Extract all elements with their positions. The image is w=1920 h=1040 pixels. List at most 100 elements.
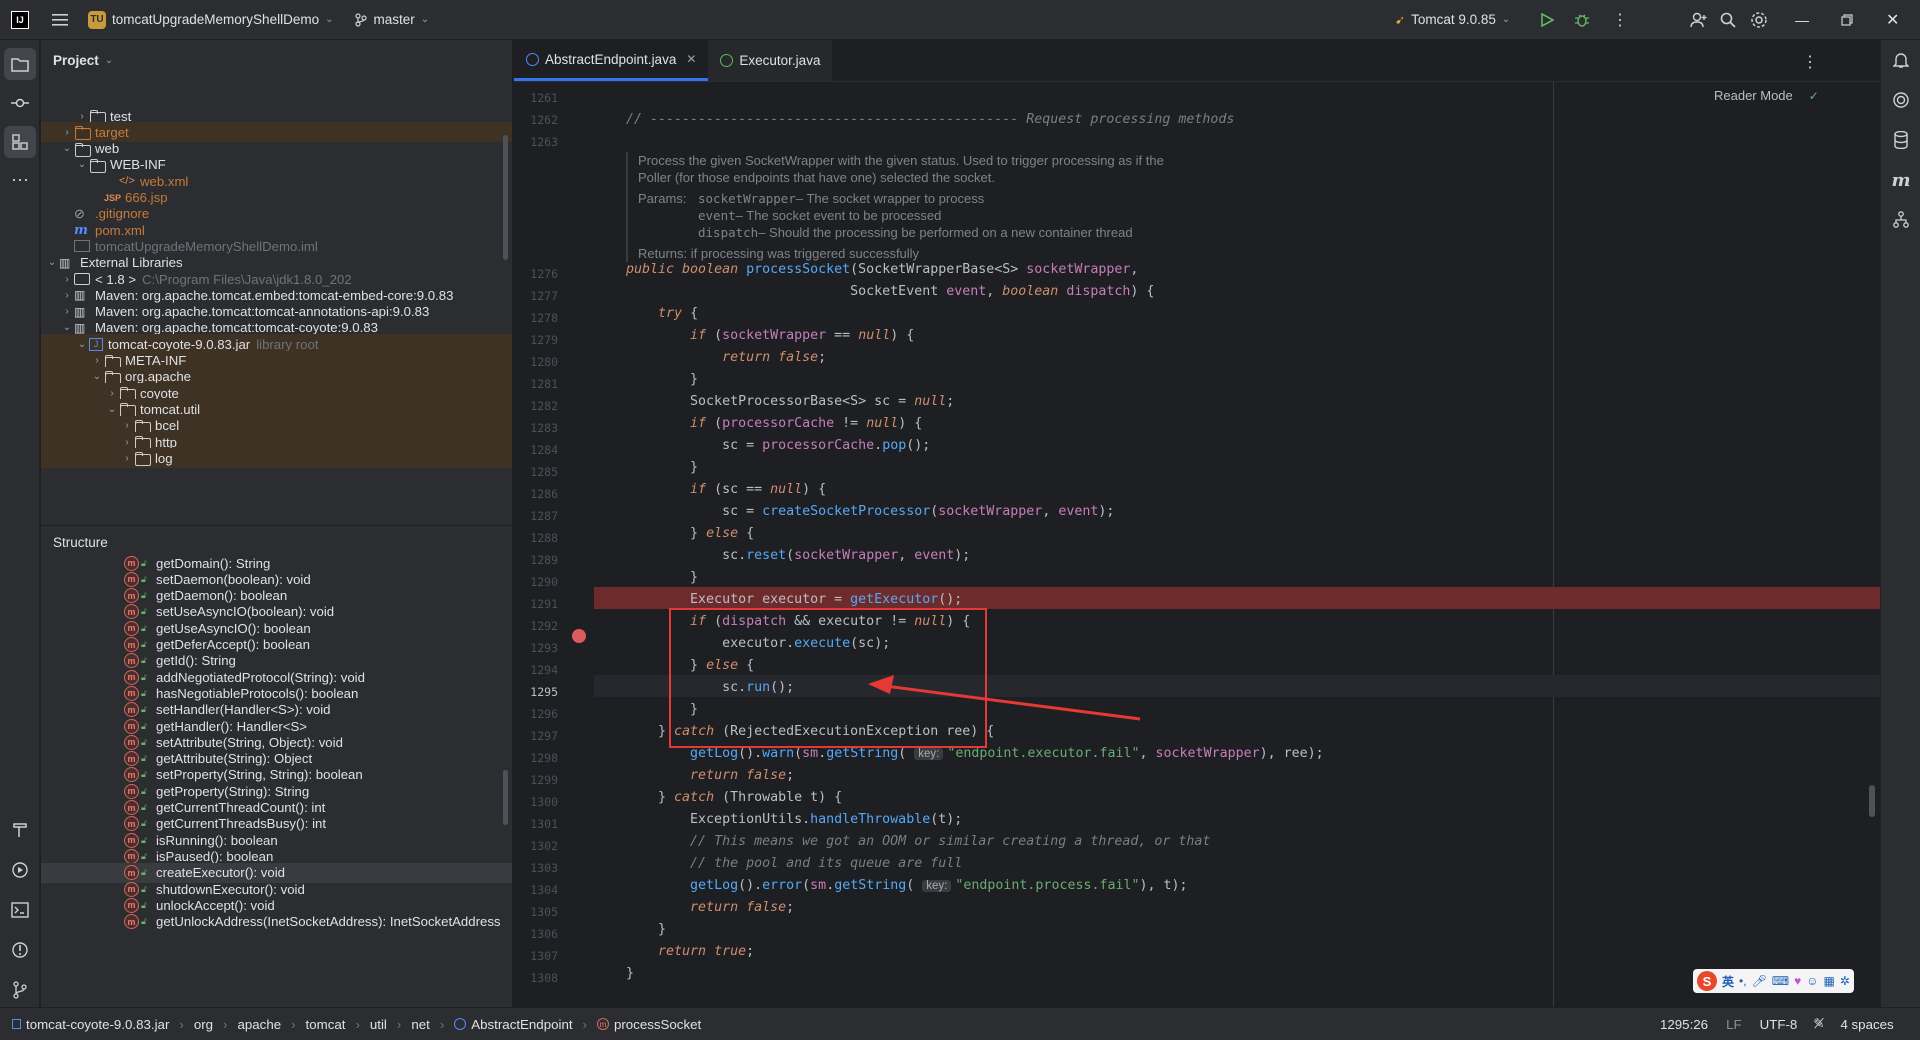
- code-token: }: [626, 724, 675, 739]
- breadcrumb-item[interactable]: tomcat-coyote-9.0.83.jar: [12, 1017, 169, 1032]
- line-separator[interactable]: LF: [1726, 1017, 1742, 1032]
- tab-more-icon[interactable]: ⋮: [1802, 52, 1818, 72]
- chevron-down-icon: ⌄: [1501, 14, 1511, 25]
- code-token: socketWrapper: [1155, 746, 1260, 761]
- library-icon: ▥: [74, 304, 86, 319]
- chevron-right-icon[interactable]: ›: [120, 437, 134, 448]
- project-tool-button[interactable]: [4, 48, 36, 80]
- chevron-right-icon[interactable]: ›: [105, 388, 119, 399]
- chevron-right-icon[interactable]: ›: [120, 420, 134, 431]
- restore-icon[interactable]: [1841, 0, 1853, 40]
- code-line: } catch (RejectedExecutionException ree)…: [626, 721, 1846, 743]
- close-window-icon[interactable]: ✕: [1886, 0, 1899, 40]
- chevron-down-icon[interactable]: ⌄: [105, 404, 119, 415]
- tab-abstractendpoint[interactable]: AbstractEndpoint.java ✕: [514, 40, 709, 81]
- structure-item[interactable]: m 🔓︎ getUnlockAddress(InetSocketAddress): …: [41, 912, 512, 932]
- project-panel-header[interactable]: Project ⌄: [41, 40, 512, 80]
- code-token: ==: [826, 328, 859, 343]
- indent-setting[interactable]: 4 spaces: [1840, 1017, 1893, 1032]
- breadcrumb-item[interactable]: util: [370, 1017, 387, 1032]
- breakpoint-icon[interactable]: [572, 629, 586, 643]
- chevron-right-icon[interactable]: ›: [60, 306, 74, 317]
- add-user-icon[interactable]: [1690, 0, 1708, 40]
- debug-button[interactable]: [1574, 0, 1590, 40]
- run-config-selector[interactable]: ➹ Tomcat 9.0.85 ⌄: [1395, 0, 1510, 40]
- services-tool-button[interactable]: [4, 854, 36, 886]
- run-button[interactable]: [1540, 0, 1554, 40]
- commit-tool-button[interactable]: [4, 87, 36, 119]
- line-number: 1280: [530, 355, 558, 369]
- method-icon: m: [124, 848, 139, 864]
- editor-scrollbar[interactable]: [1869, 785, 1875, 817]
- build-tool-button[interactable]: [4, 814, 36, 846]
- chevron-down-icon[interactable]: ⌄: [75, 339, 89, 350]
- java-class-icon: [526, 52, 539, 66]
- chevron-right-icon[interactable]: ›: [75, 111, 89, 122]
- breadcrumb-item[interactable]: m processSocket: [596, 1017, 701, 1032]
- line-number: 1304: [530, 883, 558, 897]
- minimize-icon[interactable]: —: [1795, 0, 1809, 40]
- chevron-down-icon[interactable]: ⌄: [60, 143, 74, 154]
- line-number: 1262: [530, 113, 558, 127]
- chevron-right-icon[interactable]: ›: [60, 127, 74, 138]
- code-token: ().: [738, 746, 763, 761]
- breadcrumb-item[interactable]: net: [411, 1017, 430, 1032]
- project-scrollbar[interactable]: [503, 135, 508, 260]
- caret-position[interactable]: 1295:26: [1660, 1017, 1708, 1032]
- git-tool-button[interactable]: [4, 974, 36, 1006]
- line-number: 1293: [530, 641, 558, 655]
- settings-gear-icon[interactable]: [1750, 0, 1768, 40]
- close-tab-icon[interactable]: ✕: [686, 52, 696, 66]
- structure-scrollbar[interactable]: [503, 770, 508, 825]
- public-lock-icon: 🔓︎: [141, 704, 147, 715]
- main-menu-icon[interactable]: [40, 0, 80, 40]
- app-icon[interactable]: IJ: [0, 0, 40, 40]
- public-lock-icon: 🔓︎: [141, 687, 147, 698]
- chevron-right-icon: ›: [179, 1016, 184, 1032]
- breadcrumb-item[interactable]: AbstractEndpoint: [454, 1017, 573, 1032]
- chevron-right-icon[interactable]: ›: [60, 274, 74, 285]
- code-token: sc =: [626, 504, 763, 519]
- hierarchy-icon[interactable]: [1885, 204, 1917, 236]
- chevron-right-icon: ›: [355, 1016, 360, 1032]
- chevron-down-icon[interactable]: ⌄: [90, 371, 104, 382]
- code-token: (: [898, 746, 915, 761]
- structure-item-label: shutdownExecutor(): void: [156, 881, 305, 897]
- chevron-down-icon[interactable]: ⌄: [45, 257, 59, 268]
- chevron-right-icon[interactable]: ›: [120, 453, 134, 464]
- chevron-down-icon[interactable]: ⌄: [60, 322, 74, 333]
- project-tree-item[interactable]: › log: [41, 448, 512, 469]
- database-icon[interactable]: [1885, 124, 1917, 156]
- public-lock-icon: 🔓︎: [141, 590, 147, 601]
- maven-file-icon: m: [74, 222, 88, 238]
- chevron-right-icon[interactable]: ›: [90, 355, 104, 366]
- maven-icon[interactable]: m: [1885, 164, 1917, 196]
- code-area[interactable]: Process the given SocketWrapper with the…: [594, 82, 1880, 1007]
- ai-assistant-icon[interactable]: [1885, 84, 1917, 116]
- chevron-down-icon[interactable]: ⌄: [75, 159, 89, 170]
- code-token: ), ree);: [1259, 746, 1324, 761]
- chevron-right-icon[interactable]: ›: [60, 290, 74, 301]
- line-number: 1285: [530, 465, 558, 479]
- more-actions-icon[interactable]: ⋮: [1612, 0, 1628, 40]
- terminal-tool-button[interactable]: [4, 894, 36, 926]
- code-token: warn: [762, 746, 795, 761]
- readonly-pencil-icon[interactable]: ✎̸: [1813, 1016, 1824, 1032]
- search-icon[interactable]: [1720, 0, 1736, 40]
- file-encoding[interactable]: UTF-8: [1760, 1017, 1798, 1032]
- breadcrumb-item[interactable]: tomcat: [306, 1017, 346, 1032]
- breadcrumb-item[interactable]: org: [194, 1017, 213, 1032]
- project-selector[interactable]: TU tomcatUpgradeMemoryShellDemo ⌄: [88, 0, 333, 40]
- structure-tool-button[interactable]: [4, 126, 36, 158]
- problems-tool-button[interactable]: [4, 934, 36, 966]
- ime-toolbar[interactable]: S 英 •, 🎤︎ ⌨︎ ♥ ☺ ▦ ✲: [1693, 969, 1854, 993]
- code-token: }: [626, 460, 699, 475]
- breadcrumb-item[interactable]: apache: [237, 1017, 281, 1032]
- branch-selector[interactable]: master ⌄: [355, 0, 429, 40]
- notifications-icon[interactable]: [1885, 44, 1917, 76]
- tab-executor[interactable]: Executor.java: [708, 40, 833, 81]
- more-tools-icon[interactable]: ⋯: [4, 164, 36, 196]
- code-line: executor.execute(sc);: [626, 633, 1846, 655]
- terminal-icon: [11, 902, 29, 918]
